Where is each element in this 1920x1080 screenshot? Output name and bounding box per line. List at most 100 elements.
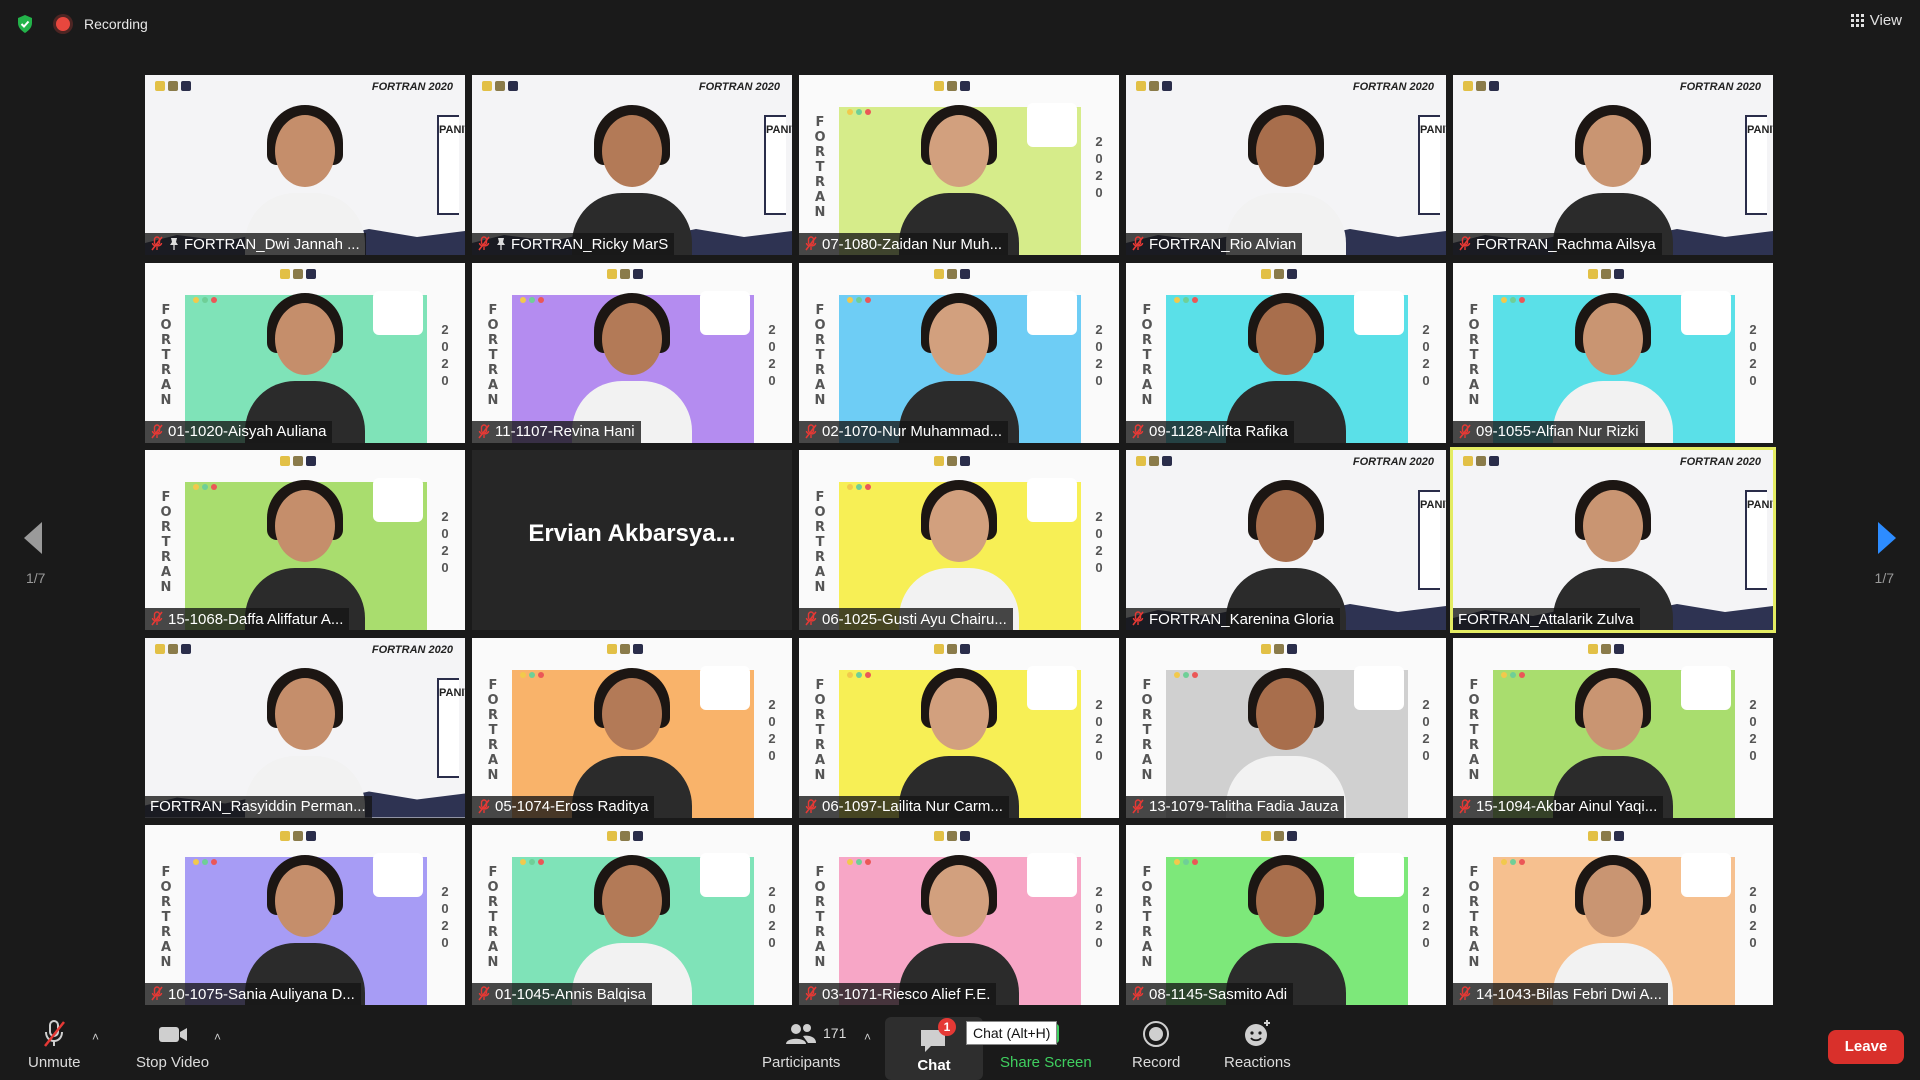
fortran-vertical-text: FORTRAN xyxy=(1468,302,1480,408)
window-dots xyxy=(847,296,871,303)
participant-name: 08-1145-Sasmito Adi xyxy=(1149,985,1288,1003)
group-badge xyxy=(1027,478,1077,522)
panitia-tab: PANITIA xyxy=(1745,115,1773,215)
shield-icon[interactable] xyxy=(16,14,34,34)
participant-tile[interactable]: Ervian Akbarsya... xyxy=(472,450,792,630)
chat-unread-badge: 1 xyxy=(938,1018,956,1036)
window-dots xyxy=(1501,671,1525,678)
participant-tile[interactable]: FORTRAN 2020 PANITIA FORTRAN_Attalarik Zul… xyxy=(1450,447,1776,633)
window-dots xyxy=(1501,296,1525,303)
participant-tile[interactable]: FORTRAN 2020 05-1074-Eross Raditya xyxy=(472,637,792,818)
participant-name: 06-1025-Gusti Ayu Chairu... xyxy=(822,610,1007,628)
participant-tile[interactable]: FORTRAN 2020 09-1055-Alfian Nur Rizki xyxy=(1453,262,1773,443)
participant-tile[interactable]: FORTRAN 2020 06-1025-Gusti Ayu Chairu... xyxy=(799,450,1119,630)
participant-tile[interactable]: FORTRAN 2020 07-1080-Zaidan Nur Muh... xyxy=(799,75,1119,255)
mic-off-icon xyxy=(151,236,163,251)
participant-name-bar: 10-1075-Sania Auliyana D... xyxy=(145,983,361,1005)
mic-off-icon xyxy=(805,611,817,626)
background-border xyxy=(1453,637,1773,670)
year-vertical-text: 2020 xyxy=(1422,321,1430,388)
mic-off-icon xyxy=(1132,611,1144,626)
arrow-left-icon[interactable] xyxy=(20,518,46,558)
participant-tile[interactable]: FORTRAN 2020 PANITIA FORTRAN_Karenina Glor… xyxy=(1126,450,1446,630)
background-border xyxy=(1126,637,1446,670)
fortran-vertical-text: FORTRAN xyxy=(1468,677,1480,783)
page-count-right: 1/7 xyxy=(1874,570,1894,586)
participant-tile[interactable]: FORTRAN 2020 PANITIA FORTRAN_Ricky MarS xyxy=(472,75,792,255)
group-badge xyxy=(1354,290,1404,335)
panitia-tab: PANITIA xyxy=(764,115,792,215)
reactions-button[interactable]: Reactions xyxy=(1224,1018,1291,1071)
sponsor-logos xyxy=(1261,831,1297,841)
leave-button[interactable]: Leave xyxy=(1828,1030,1904,1064)
participant-tile[interactable]: FORTRAN 2020 01-1045-Annis Balqisa xyxy=(472,825,792,1005)
caret-up-icon[interactable]: ˄ xyxy=(864,1030,871,1044)
participant-tile[interactable]: FORTRAN 2020 14-1043-Bilas Febri Dwi A... xyxy=(1453,825,1773,1005)
fortran-vertical-text: FORTRAN xyxy=(814,302,826,408)
group-badge xyxy=(1354,665,1404,710)
participant-name-bar: FORTRAN_Dwi Jannah ... xyxy=(145,233,366,255)
fortran-title: FORTRAN 2020 xyxy=(698,81,780,93)
mic-off-icon xyxy=(478,986,490,1001)
caret-up-icon[interactable]: ˄ xyxy=(214,1030,221,1044)
fortran-vertical-text: FORTRAN xyxy=(160,490,172,595)
chat-label: Chat xyxy=(917,1057,951,1074)
participant-name-bar: 15-1094-Akbar Ainul Yaqi... xyxy=(1453,795,1664,818)
participant-tile[interactable]: FORTRAN 2020 11-1107-Revina Hani xyxy=(472,262,792,443)
sponsor-logos xyxy=(1463,81,1499,91)
view-button[interactable]: View xyxy=(1850,12,1902,29)
group-badge xyxy=(1027,103,1077,147)
participant-tile[interactable]: FORTRAN 2020 PANITIA FORTRAN_Dwi Jannah ..… xyxy=(145,75,465,255)
participant-tile[interactable]: FORTRAN 2020 15-1068-Daffa Aliffatur A... xyxy=(145,450,465,630)
year-vertical-text: 2020 xyxy=(1422,884,1430,950)
reactions-label: Reactions xyxy=(1224,1054,1291,1071)
participant-tile[interactable]: FORTRAN 2020 PANITIA FORTRAN_Rachma Ailsya xyxy=(1453,75,1773,255)
participant-tile[interactable]: FORTRAN 2020 02-1070-Nur Muhammad... xyxy=(799,262,1119,443)
recording-icon xyxy=(56,17,70,31)
participant-tile[interactable]: FORTRAN 2020 06-1097-Lailita Nur Carm... xyxy=(799,637,1119,818)
sponsor-logos xyxy=(607,831,643,841)
year-vertical-text: 2020 xyxy=(1095,509,1103,575)
participant-name: 09-1128-Alifta Rafika xyxy=(1149,423,1288,440)
fortran-title: FORTRAN 2020 xyxy=(1352,456,1434,468)
unmute-button[interactable]: Unmute xyxy=(28,1018,81,1071)
group-badge xyxy=(1027,290,1077,335)
fortran-title: FORTRAN 2020 xyxy=(371,81,453,93)
participant-tile[interactable]: FORTRAN 2020 13-1079-Talitha Fadia Jauza xyxy=(1126,637,1446,818)
participant-tile[interactable]: FORTRAN 2020 01-1020-Aisyah Auliana xyxy=(145,262,465,443)
pin-icon xyxy=(497,238,505,250)
year-vertical-text: 2020 xyxy=(768,321,776,388)
mic-off-icon xyxy=(1459,798,1471,813)
participants-count: 171 xyxy=(823,1025,847,1041)
record-button[interactable]: Record xyxy=(1132,1018,1180,1071)
group-badge xyxy=(373,290,423,335)
participant-tile[interactable]: FORTRAN 2020 PANITIA FORTRAN_Rasyiddin Per… xyxy=(145,637,465,818)
group-badge xyxy=(1681,853,1731,897)
caret-up-icon[interactable]: ˄ xyxy=(92,1030,99,1044)
mic-off-icon xyxy=(478,798,490,813)
participant-tile[interactable]: FORTRAN 2020 08-1145-Sasmito Adi xyxy=(1126,825,1446,1005)
participant-tile[interactable]: FORTRAN 2020 15-1094-Akbar Ainul Yaqi... xyxy=(1453,637,1773,818)
stop-video-button[interactable]: Stop Video xyxy=(136,1018,209,1071)
sponsor-logos xyxy=(1136,81,1172,91)
mic-off-icon xyxy=(1132,236,1144,251)
participant-name-bar: 09-1128-Alifta Rafika xyxy=(1126,420,1294,443)
window-dots xyxy=(520,296,544,303)
sponsor-logos xyxy=(934,643,970,654)
year-vertical-text: 2020 xyxy=(1749,696,1757,763)
arrow-right-icon[interactable] xyxy=(1874,518,1900,558)
participant-name: 06-1097-Lailita Nur Carm... xyxy=(822,798,1003,815)
participant-name: FORTRAN_Karenina Gloria xyxy=(1149,610,1334,628)
participant-tile[interactable]: FORTRAN 2020 10-1075-Sania Auliyana D... xyxy=(145,825,465,1005)
sponsor-logos xyxy=(280,268,316,279)
participant-tile[interactable]: FORTRAN 2020 03-1071-Riesco Alief F.E. xyxy=(799,825,1119,1005)
sponsor-logos xyxy=(934,456,970,466)
participant-name: 15-1094-Akbar Ainul Yaqi... xyxy=(1476,798,1658,815)
group-badge xyxy=(1027,665,1077,710)
participant-tile[interactable]: FORTRAN 2020 09-1128-Alifta Rafika xyxy=(1126,262,1446,443)
recording-label[interactable]: Recording xyxy=(84,16,148,32)
group-badge xyxy=(373,478,423,522)
fortran-title: FORTRAN 2020 xyxy=(1352,81,1434,93)
participant-tile[interactable]: FORTRAN 2020 PANITIA FORTRAN_Rio Alvian xyxy=(1126,75,1446,255)
window-dots xyxy=(520,859,544,865)
